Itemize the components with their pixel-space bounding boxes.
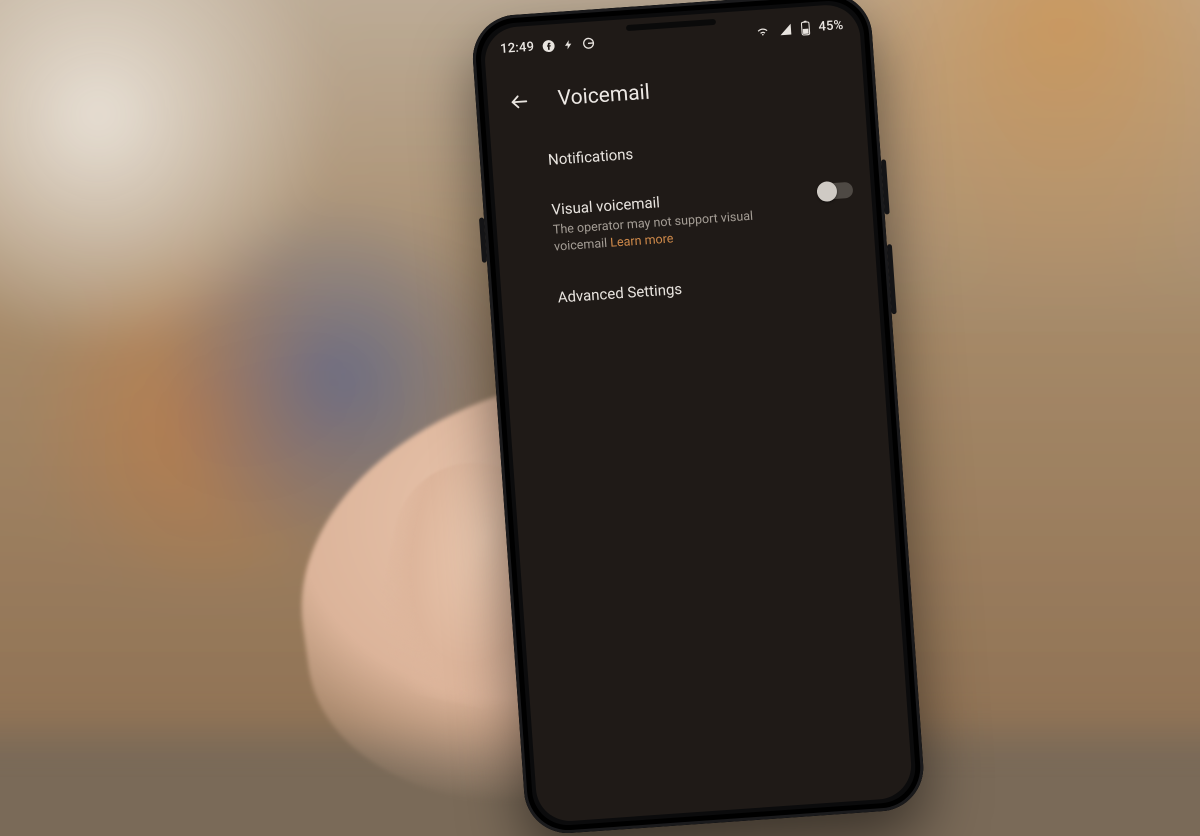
status-time: 12:49 [500, 39, 535, 56]
google-icon [582, 36, 596, 50]
page-title: Voicemail [557, 81, 651, 111]
phone: 12:49 [470, 0, 926, 836]
wifi-icon [754, 24, 771, 38]
back-button[interactable] [501, 84, 537, 120]
phone-screen: 12:49 [483, 3, 914, 823]
settings-list: Notifications Visual voicemail The opera… [490, 109, 879, 331]
signal-icon [778, 22, 793, 36]
facebook-icon [542, 39, 556, 53]
status-battery-text: 45% [818, 17, 844, 34]
visual-voicemail-toggle[interactable] [818, 182, 853, 200]
arrow-back-icon [507, 90, 530, 113]
learn-more-link[interactable]: Learn more [610, 231, 674, 250]
row-advanced-settings-label: Advanced Settings [557, 268, 856, 307]
row-notifications-label: Notifications [547, 130, 846, 169]
bolt-icon [563, 37, 575, 51]
battery-icon [800, 20, 811, 36]
